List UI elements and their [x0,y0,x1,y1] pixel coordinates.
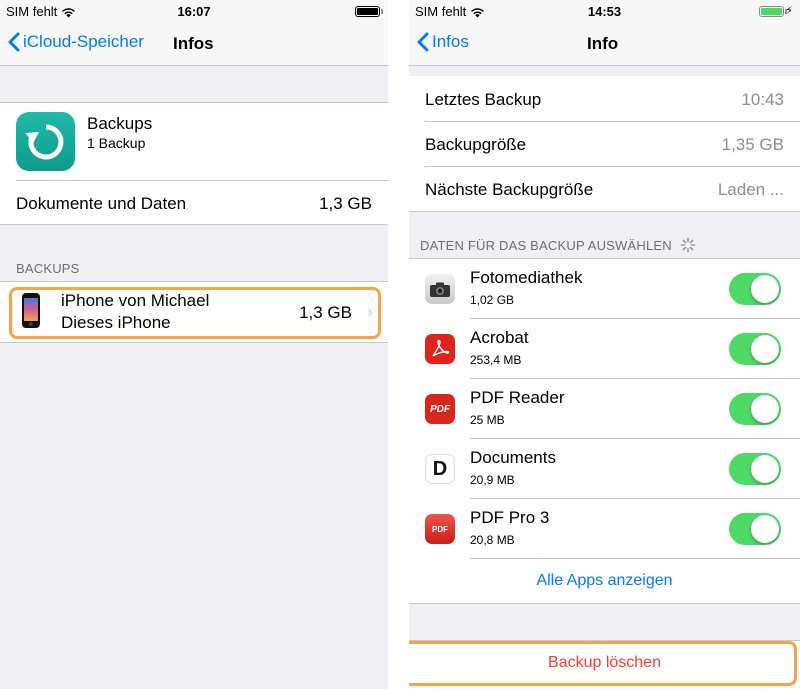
page-title: Info [587,34,619,53]
info-row-value: Laden ... [717,180,784,199]
app-name: Acrobat [470,328,529,347]
app-name: PDF Reader [470,388,565,407]
backup-info-group: Letztes Backup 10:43 Backupgröße 1,35 GB… [409,76,800,212]
section-header-select-data: DATEN FÜR DAS BACKUP AUSWÄHLEN [420,237,696,253]
backups-app-icon [16,112,75,171]
back-button-label: Infos [432,32,469,51]
docs-data-label: Dokumente und Daten [16,194,187,213]
info-row-label: Nächste Backupgröße [425,180,594,199]
highlight-delete-button [409,641,797,686]
navigation-bar: iCloud-Speicher Infos [0,22,388,66]
list-item: Fotomediathek 1,02 GB [409,259,800,319]
backup-toggle[interactable] [729,453,781,485]
chevron-left-icon [8,32,20,52]
section-header-backups: BACKUPS [16,261,80,276]
pdf-pro-icon: PDF [425,514,455,544]
backups-app-subtitle: 1 Backup [87,135,146,151]
right-screen: SIM fehlt 14:53 ⚡ Infos Info Letztes Bac… [409,0,800,689]
restore-arrow-icon [25,124,63,159]
battery-icon [759,6,787,17]
highlight-device-row [9,287,381,339]
backups-app-title: Backups [87,114,153,133]
show-all-apps-button[interactable]: Alle Apps anzeigen [409,572,800,590]
loading-spinner-icon [680,237,695,253]
back-button-label: iCloud-Speicher [23,32,144,51]
backup-toggle[interactable] [729,513,781,545]
pdf-reader-icon: PDF [425,394,455,424]
app-size: 25 MB [470,413,505,427]
backup-toggle[interactable] [729,393,781,425]
battery-icon [355,6,383,17]
app-size: 20,9 MB [470,473,515,487]
info-row-value: 1,35 GB [721,135,784,154]
app-size: 20,8 MB [470,533,515,547]
backup-toggle[interactable] [729,273,781,305]
info-row-label: Letztes Backup [425,90,542,109]
backups-info-group: Backups 1 Backup Dokumente und Daten 1,3… [0,102,388,225]
camera-icon [425,274,455,304]
app-backup-list: Fotomediathek 1,02 GB Acrobat 253,4 MB P… [409,258,800,604]
app-name: Documents [470,448,556,467]
back-button[interactable]: Infos [417,32,469,52]
list-item: PDF PDF Pro 3 20,8 MB [409,499,800,559]
app-name: PDF Pro 3 [470,508,550,527]
info-row-label: Backupgröße [425,135,527,154]
navigation-bar: Infos Info [409,22,800,66]
status-bar: SIM fehlt 14:53 ⚡ [409,0,800,22]
list-item: D Documents 20,9 MB [409,439,800,499]
app-name: Fotomediathek [470,268,583,287]
page-title: Infos [173,34,214,53]
status-time: 14:53 [587,4,622,19]
backup-toggle[interactable] [729,333,781,365]
list-item: PDF PDF Reader 25 MB [409,379,800,439]
status-bar: SIM fehlt 16:07 [0,0,388,22]
info-row-value: 10:43 [741,90,784,109]
list-item: Acrobat 253,4 MB [409,319,800,379]
documents-icon: D [425,454,455,484]
status-time: 16:07 [177,4,211,19]
app-size: 1,02 GB [470,293,515,307]
chevron-left-icon [417,32,429,52]
app-size: 253,4 MB [470,353,522,367]
back-button[interactable]: iCloud-Speicher [8,32,144,52]
charging-bolt-icon: ⚡ [785,5,793,17]
acrobat-icon [425,334,455,364]
left-screen: SIM fehlt 16:07 iCloud-Speicher Infos Ba… [0,0,388,689]
docs-data-value: 1,3 GB [319,194,372,213]
